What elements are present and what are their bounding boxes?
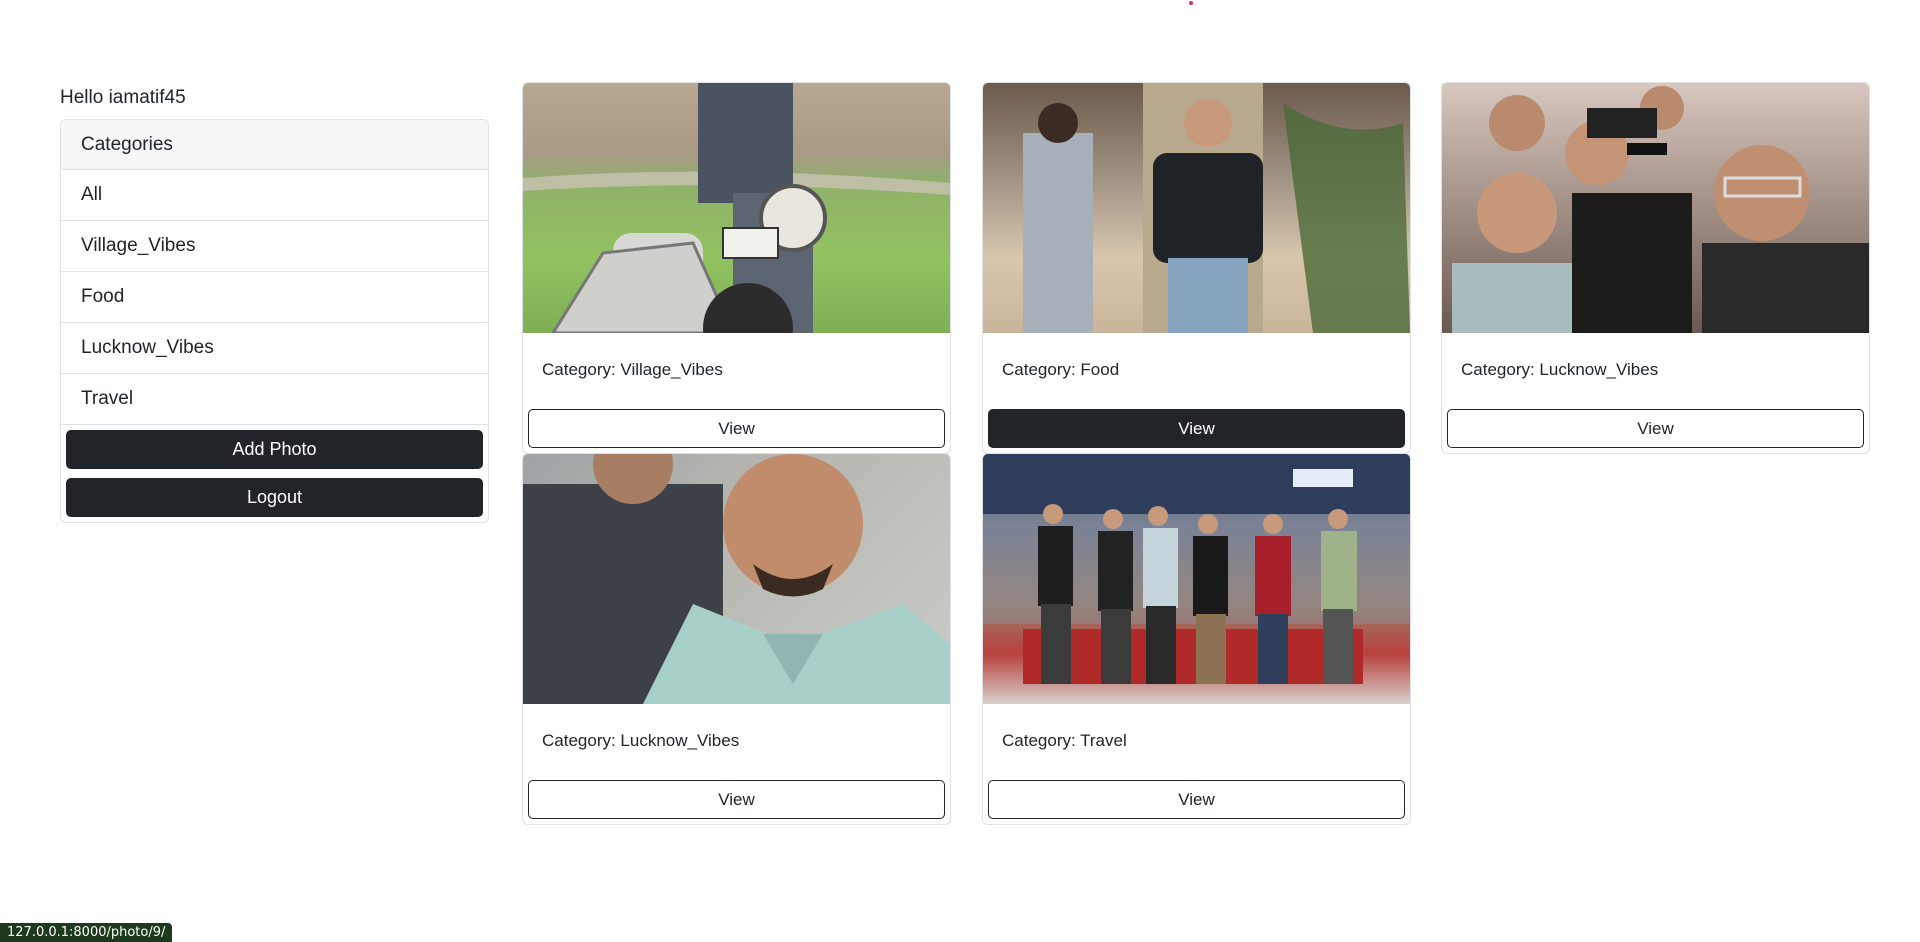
photo-card: Category: Travel View bbox=[982, 453, 1411, 825]
category-item-village-vibes[interactable]: Village_Vibes bbox=[61, 221, 488, 272]
photo-caption: Category: Food bbox=[1002, 360, 1120, 379]
logout-button[interactable]: Logout bbox=[66, 478, 483, 517]
category-item-food[interactable]: Food bbox=[61, 272, 488, 323]
view-button[interactable]: View bbox=[988, 780, 1405, 819]
view-button[interactable]: View bbox=[528, 409, 945, 448]
view-button[interactable]: View bbox=[1447, 409, 1864, 448]
category-item-travel[interactable]: Travel bbox=[61, 374, 488, 425]
view-button[interactable]: View bbox=[528, 780, 945, 819]
photo-image[interactable] bbox=[983, 454, 1410, 704]
photo-caption: Category: Lucknow_Vibes bbox=[542, 731, 740, 750]
photo-caption: Category: Travel bbox=[1002, 731, 1127, 750]
greeting-text: Hello iamatif45 bbox=[60, 87, 186, 108]
loading-indicator-dot bbox=[1189, 1, 1193, 5]
sidebar: Hello iamatif45 Categories All Village_V… bbox=[60, 86, 489, 523]
status-bar-url: 127.0.0.1:8000/photo/9/ bbox=[0, 923, 173, 942]
photo-card: Category: Food View bbox=[982, 82, 1411, 454]
photo-caption: Category: Lucknow_Vibes bbox=[1461, 360, 1659, 379]
photo-image[interactable] bbox=[983, 83, 1410, 333]
categories-card: Categories All Village_Vibes Food Luckno… bbox=[60, 119, 489, 523]
photo-card: Category: Lucknow_Vibes View bbox=[1441, 82, 1870, 454]
photo-image[interactable] bbox=[523, 454, 950, 704]
photo-card: Category: Village_Vibes View bbox=[522, 82, 951, 454]
view-button[interactable]: View bbox=[988, 409, 1405, 448]
sidebar-actions: Add Photo Logout bbox=[61, 425, 488, 522]
photo-image[interactable] bbox=[1442, 83, 1869, 333]
add-photo-button[interactable]: Add Photo bbox=[66, 430, 483, 469]
categories-header: Categories bbox=[61, 120, 488, 170]
category-item-lucknow-vibes[interactable]: Lucknow_Vibes bbox=[61, 323, 488, 374]
photo-caption: Category: Village_Vibes bbox=[542, 360, 723, 379]
photo-card: Category: Lucknow_Vibes View bbox=[522, 453, 951, 825]
category-item-all[interactable]: All bbox=[61, 170, 488, 221]
photo-image[interactable] bbox=[523, 83, 950, 333]
